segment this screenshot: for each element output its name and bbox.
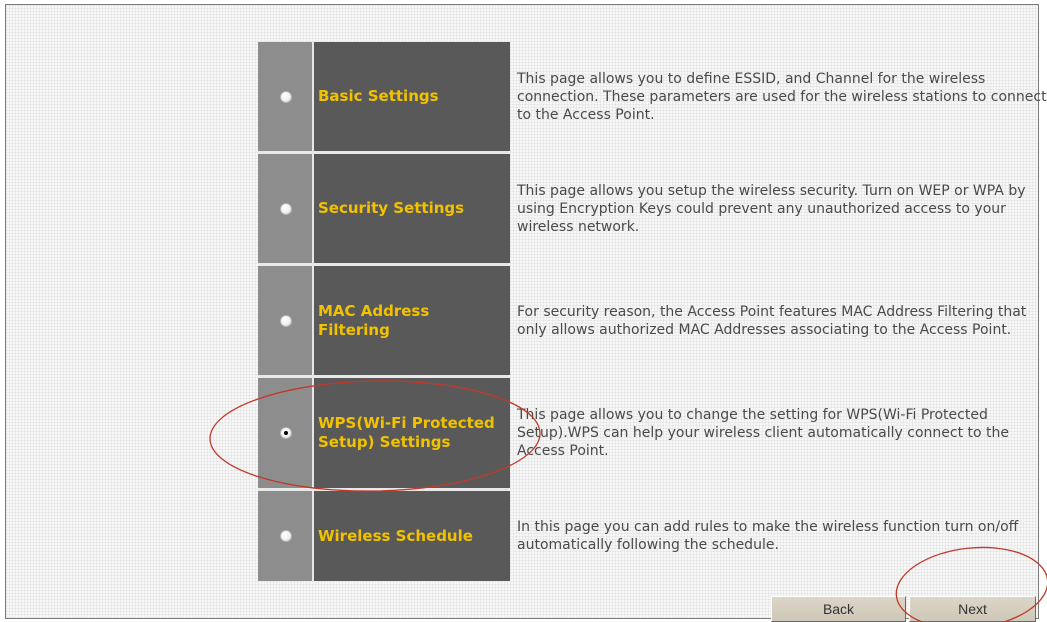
radio-basic-settings[interactable]: [280, 90, 292, 103]
radio-cell: [258, 266, 314, 375]
radio-cell: [258, 154, 314, 263]
label-cell: WPS(Wi-Fi Protected Setup) Settings: [314, 378, 510, 488]
radio-cell: [258, 491, 314, 581]
radio-security-settings[interactable]: [280, 202, 292, 215]
label-cell: Basic Settings: [314, 42, 510, 151]
radio-wireless-schedule[interactable]: [280, 530, 292, 542]
option-description-security-settings: This page allows you setup the wireless …: [517, 182, 1026, 235]
description-cell: This page allows you to define ESSID, an…: [510, 42, 1047, 151]
option-row-security-settings: Security Settings This page allows you s…: [258, 154, 1047, 263]
label-cell: Security Settings: [314, 154, 510, 263]
description-cell: In this page you can add rules to make t…: [510, 491, 1047, 581]
label-cell: Wireless Schedule: [314, 491, 510, 581]
option-row-mac-address-filtering: MAC Address Filtering For security reaso…: [258, 266, 1047, 375]
option-row-wireless-schedule: Wireless Schedule In this page you can a…: [258, 491, 1047, 581]
back-button[interactable]: Back: [771, 596, 906, 622]
radio-cell: [258, 42, 314, 151]
radio-mac-address-filtering[interactable]: [280, 314, 292, 327]
radio-cell: [258, 378, 314, 488]
option-label-mac-address-filtering[interactable]: MAC Address Filtering: [318, 302, 448, 340]
description-cell: For security reason, the Access Point fe…: [510, 266, 1047, 375]
next-button[interactable]: Next: [909, 596, 1036, 622]
option-description-basic-settings: This page allows you to define ESSID, an…: [517, 70, 1047, 123]
option-label-basic-settings[interactable]: Basic Settings: [318, 87, 439, 106]
label-cell: MAC Address Filtering: [314, 266, 510, 375]
radio-wps-settings[interactable]: [280, 427, 292, 439]
option-row-basic-settings: Basic Settings This page allows you to d…: [258, 42, 1047, 151]
description-cell: This page allows you setup the wireless …: [510, 154, 1047, 263]
option-description-mac-address-filtering: For security reason, the Access Point fe…: [517, 303, 1027, 338]
option-label-security-settings[interactable]: Security Settings: [318, 199, 464, 218]
description-cell: This page allows you to change the setti…: [510, 378, 1047, 488]
option-description-wireless-schedule: In this page you can add rules to make t…: [517, 519, 1019, 553]
option-description-wps-settings: This page allows you to change the setti…: [517, 407, 1010, 459]
option-label-wireless-schedule[interactable]: Wireless Schedule: [318, 527, 473, 546]
option-label-wps-settings[interactable]: WPS(Wi-Fi Protected Setup) Settings: [318, 414, 508, 452]
option-row-wps-settings: WPS(Wi-Fi Protected Setup) Settings This…: [258, 378, 1047, 488]
